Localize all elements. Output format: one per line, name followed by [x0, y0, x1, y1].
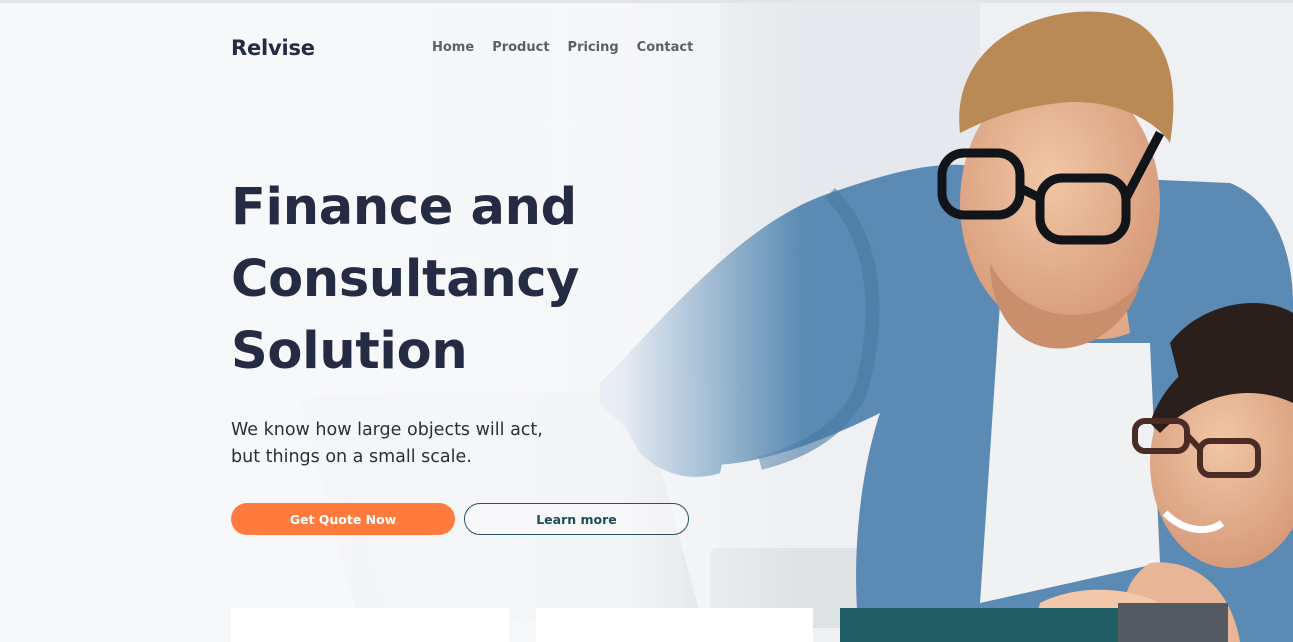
feature-card-1: [231, 608, 509, 642]
learn-more-button[interactable]: Learn more: [464, 503, 689, 535]
feature-card-2: [536, 608, 813, 642]
nav-link-product[interactable]: Product: [492, 40, 549, 55]
subtext-line-1: We know how large objects will act,: [231, 420, 543, 440]
hero-headline: Finance and Consultancy Solution: [231, 172, 751, 388]
brand-logo[interactable]: Relvise: [231, 36, 315, 60]
get-quote-button[interactable]: Get Quote Now: [231, 503, 455, 535]
nav-link-home[interactable]: Home: [432, 40, 474, 55]
hero-subtext: We know how large objects will act, but …: [231, 417, 651, 471]
feature-card-3: [840, 608, 1118, 642]
nav-link-pricing[interactable]: Pricing: [568, 40, 619, 55]
headline-line-3: Solution: [231, 322, 468, 381]
main-nav: Home Product Pricing Contact: [432, 40, 693, 55]
subtext-line-2: but things on a small scale.: [231, 447, 472, 467]
headline-line-1: Finance and: [231, 178, 577, 237]
headline-line-2: Consultancy: [231, 250, 580, 309]
nav-link-contact[interactable]: Contact: [637, 40, 694, 55]
